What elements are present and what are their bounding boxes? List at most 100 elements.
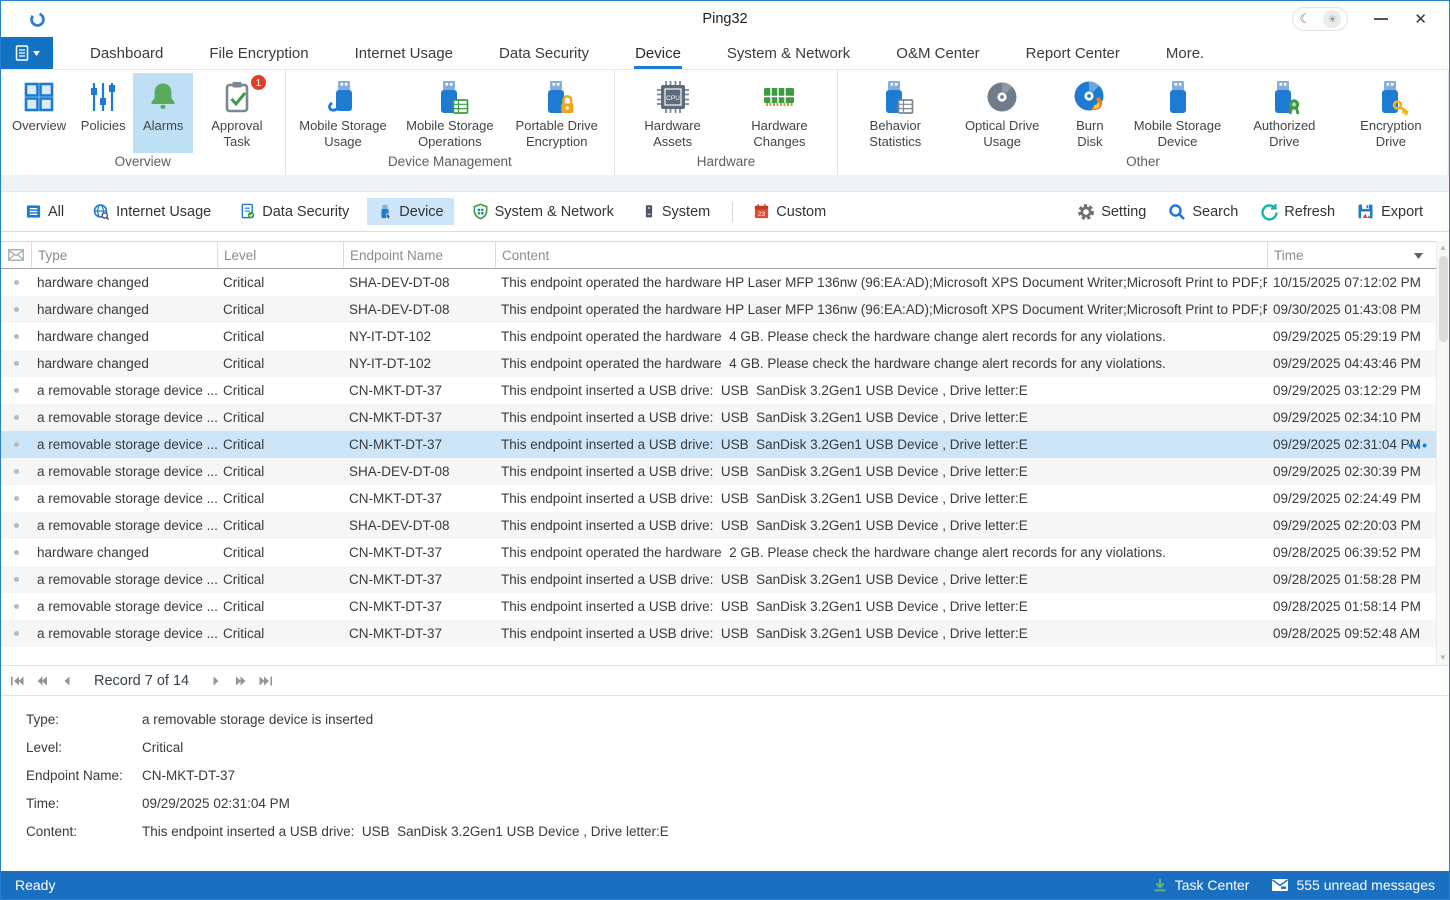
overview-grid-icon xyxy=(16,76,62,118)
overview-button[interactable]: Overview xyxy=(5,73,73,153)
filter-system[interactable]: System xyxy=(632,198,720,225)
ribbon-group-other: Behavior Statistics Optical Drive Usage … xyxy=(838,70,1449,175)
moon-icon[interactable]: ☾ xyxy=(1300,11,1312,27)
fast-prev-button[interactable] xyxy=(34,673,50,689)
portable-drive-encryption-icon xyxy=(534,76,580,118)
menu-file-encryption[interactable]: File Encryption xyxy=(186,37,331,69)
menu-device[interactable]: Device xyxy=(612,37,704,69)
scroll-down-icon[interactable]: ▼ xyxy=(1439,651,1447,665)
menu-om-center[interactable]: O&M Center xyxy=(873,37,1002,69)
table-row[interactable]: a removable storage device ...CriticalCN… xyxy=(1,593,1449,620)
search-button[interactable]: Search xyxy=(1158,198,1248,226)
detail-value-type: a removable storage device is inserted xyxy=(142,712,373,727)
messages-icon xyxy=(1271,878,1289,892)
table-row[interactable]: hardware changedCriticalNY-IT-DT-102This… xyxy=(1,350,1449,377)
column-header-endpoint-name[interactable]: Endpoint Name xyxy=(343,242,495,268)
filter-device[interactable]: Device xyxy=(367,198,453,225)
hardware-assets-button[interactable]: CPU Hardware Assets xyxy=(619,73,726,153)
table-row[interactable]: a removable storage device ...CriticalSH… xyxy=(1,512,1449,539)
unread-dot-icon xyxy=(14,388,19,393)
approval-task-badge: 1 xyxy=(251,75,266,90)
unread-messages-button[interactable]: 555 unread messages xyxy=(1271,877,1435,893)
vertical-scrollbar[interactable]: ▲ ▼ xyxy=(1436,241,1449,665)
table-row[interactable]: a removable storage device ...CriticalCN… xyxy=(1,404,1449,431)
unread-dot-icon xyxy=(14,307,19,312)
document-icon xyxy=(14,44,30,62)
system-network-shield-icon xyxy=(472,203,489,220)
mobile-storage-operations-button[interactable]: Mobile Storage Operations xyxy=(396,73,503,153)
export-button[interactable]: Export xyxy=(1347,198,1433,226)
last-page-button[interactable] xyxy=(258,673,274,689)
column-header-time[interactable]: Time xyxy=(1267,242,1449,268)
fast-next-button[interactable] xyxy=(233,673,249,689)
custom-calendar-icon: 23 xyxy=(753,203,770,220)
column-header-level[interactable]: Level xyxy=(217,242,343,268)
policies-button[interactable]: Policies xyxy=(73,73,133,153)
internet-usage-icon xyxy=(92,203,110,221)
menu-more[interactable]: More. xyxy=(1143,37,1227,69)
menu-report-center[interactable]: Report Center xyxy=(1003,37,1143,69)
app-menu-button[interactable] xyxy=(1,37,53,69)
authorized-drive-button[interactable]: Authorized Drive xyxy=(1231,73,1338,153)
approval-task-button[interactable]: 1 Approval Task xyxy=(193,73,280,153)
task-center-button[interactable]: Task Center xyxy=(1152,877,1250,893)
unread-dot-icon xyxy=(14,469,19,474)
table-row[interactable]: a removable storage device ...CriticalCN… xyxy=(1,377,1449,404)
search-icon xyxy=(1168,203,1186,221)
table-row[interactable]: hardware changedCriticalNY-IT-DT-102This… xyxy=(1,323,1449,350)
table-row[interactable]: hardware changedCriticalCN-MKT-DT-37This… xyxy=(1,539,1449,566)
filter-system-network[interactable]: System & Network xyxy=(462,198,624,225)
close-button[interactable]: ✕ xyxy=(1414,12,1427,27)
row-actions-menu[interactable]: ••• xyxy=(1408,437,1429,453)
column-header-type[interactable]: Type xyxy=(31,242,217,268)
mail-column-header[interactable] xyxy=(1,242,31,268)
time-filter-arrow-icon[interactable] xyxy=(1414,253,1423,259)
table-row[interactable]: hardware changedCriticalSHA-DEV-DT-08Thi… xyxy=(1,296,1449,323)
burn-disk-button[interactable]: Burn Disk xyxy=(1056,73,1125,153)
record-counter: Record 7 of 14 xyxy=(94,673,189,689)
column-header-content[interactable]: Content xyxy=(495,242,1267,268)
filter-internet-usage[interactable]: Internet Usage xyxy=(82,198,221,226)
minimize-button[interactable] xyxy=(1374,18,1388,20)
mobile-storage-usage-button[interactable]: Mobile Storage Usage xyxy=(290,73,397,153)
table-row-selected[interactable]: a removable storage device ...CriticalCN… xyxy=(1,431,1449,458)
menu-system-network[interactable]: System & Network xyxy=(704,37,873,69)
first-page-button[interactable] xyxy=(9,673,25,689)
setting-button[interactable]: Setting xyxy=(1067,198,1156,226)
refresh-button[interactable]: Refresh xyxy=(1250,198,1345,226)
group-label-overview: Overview xyxy=(5,154,281,175)
prev-button[interactable] xyxy=(59,673,75,689)
hardware-changes-button[interactable]: Hardware Changes xyxy=(726,73,833,153)
table-gap xyxy=(1,232,1449,241)
table-row[interactable]: a removable storage device ...CriticalCN… xyxy=(1,485,1449,512)
menu-dashboard[interactable]: Dashboard xyxy=(67,37,186,69)
mobile-storage-device-button[interactable]: Mobile Storage Device xyxy=(1124,73,1231,153)
scrollbar-thumb[interactable] xyxy=(1439,256,1448,342)
table-row[interactable]: a removable storage device ...CriticalCN… xyxy=(1,620,1449,647)
group-label-device-management: Device Management xyxy=(290,154,611,175)
task-center-icon xyxy=(1152,877,1168,893)
next-button[interactable] xyxy=(208,673,224,689)
menu-internet-usage[interactable]: Internet Usage xyxy=(332,37,476,69)
theme-toggle[interactable]: ☾ ☀ xyxy=(1292,7,1348,31)
optical-drive-usage-icon xyxy=(979,76,1025,118)
detail-value-time: 09/29/2025 02:31:04 PM xyxy=(142,796,290,811)
filter-custom[interactable]: 23 Custom xyxy=(743,198,836,225)
table-row[interactable]: a removable storage device ...CriticalCN… xyxy=(1,566,1449,593)
filter-all[interactable]: All xyxy=(15,198,74,225)
table-row[interactable]: a removable storage device ...CriticalSH… xyxy=(1,458,1449,485)
portable-drive-encryption-button[interactable]: Portable Drive Encryption xyxy=(503,73,610,153)
ribbon-group-device-management: Mobile Storage Usage Mobile Storage Oper… xyxy=(286,70,616,175)
behavior-statistics-button[interactable]: Behavior Statistics xyxy=(842,73,949,153)
sun-icon[interactable]: ☀ xyxy=(1323,10,1341,28)
alarms-button[interactable]: Alarms xyxy=(133,73,193,153)
table-row[interactable]: hardware changedCriticalSHA-DEV-DT-08Thi… xyxy=(1,269,1449,296)
menu-data-security[interactable]: Data Security xyxy=(476,37,612,69)
mobile-storage-usage-icon xyxy=(320,76,366,118)
encryption-drive-button[interactable]: Encryption Drive xyxy=(1338,73,1444,153)
alarm-bell-icon xyxy=(140,76,186,118)
unread-dot-icon xyxy=(14,334,19,339)
optical-drive-usage-button[interactable]: Optical Drive Usage xyxy=(949,73,1056,153)
filter-data-security[interactable]: Data Security xyxy=(229,198,359,225)
scroll-up-icon[interactable]: ▲ xyxy=(1439,241,1447,255)
